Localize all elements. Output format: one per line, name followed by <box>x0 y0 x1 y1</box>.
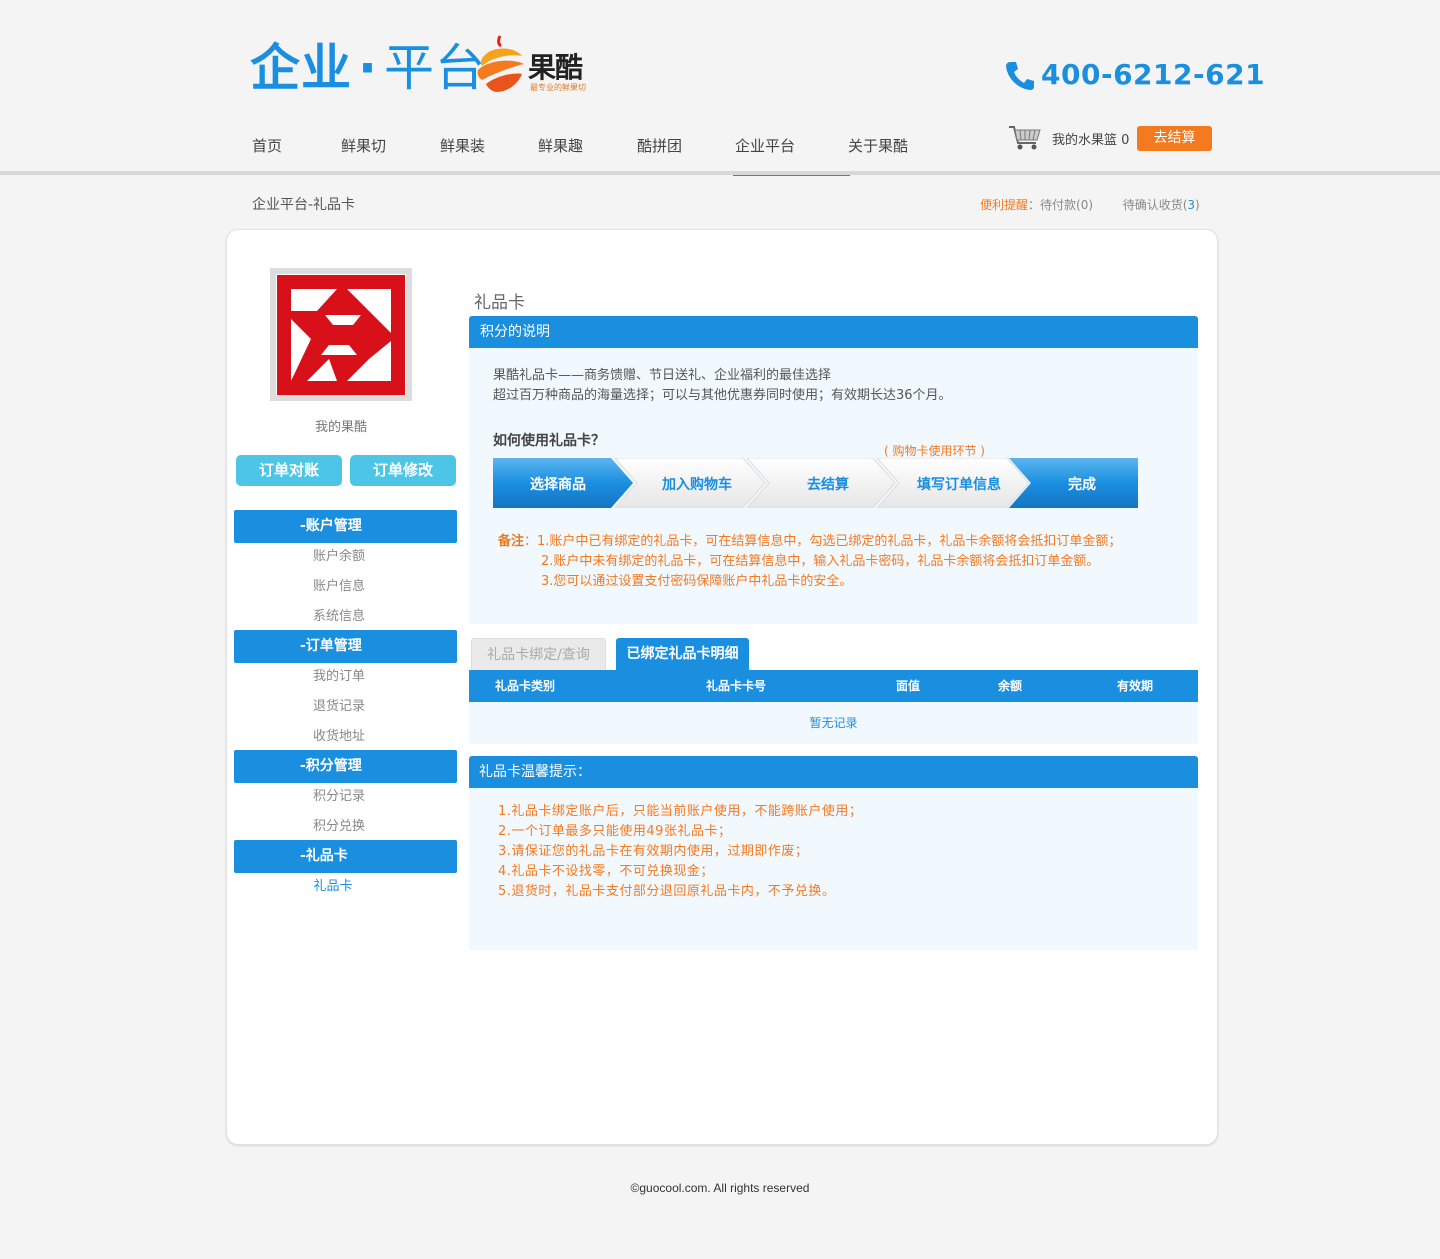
pending-receipt-link[interactable]: 待确认收货(3) <box>1123 198 1200 212</box>
col-card-type: 礼品卡类别 <box>495 679 556 693</box>
menu-item-giftcard[interactable]: 礼品卡 <box>234 877 432 897</box>
order-modify-button[interactable]: 订单修改 <box>350 455 456 486</box>
col-face-value: 面值 <box>896 679 921 693</box>
step-4-label: 填写订单信息 <box>917 476 1001 493</box>
checkout-button[interactable]: 去结算 <box>1137 126 1212 151</box>
list-item: 4.礼品卡不设找零，不可兑换现金； <box>498 864 714 879</box>
tips-list: 1.礼品卡绑定账户后，只能当前账户使用，不能跨账户使用； 2.一个订单最多只能使… <box>498 802 862 902</box>
nav-group-buy[interactable]: 酷拼团 <box>637 132 735 174</box>
footer-copyright: ©guocool.com. All rights reserved <box>630 1181 810 1195</box>
menu-item-returns[interactable]: 退货记录 <box>234 697 444 717</box>
menu-head-points[interactable]: -积分管理 <box>234 750 457 783</box>
list-item: 1.礼品卡绑定账户后，只能当前账户使用，不能跨账户使用； <box>498 804 863 819</box>
step-2-label: 加入购物车 <box>661 476 732 493</box>
list-item: 5.退货时，礼品卡支付部分退回原礼品卡内，不予兑换。 <box>498 884 836 899</box>
tips-header: 礼品卡温馨提示： <box>469 756 1198 788</box>
breadcrumb: 企业平台-礼品卡 <box>252 197 356 213</box>
howto-heading: 如何使用礼品卡？ <box>493 433 605 449</box>
order-reconcile-button[interactable]: 订单对账 <box>236 455 342 486</box>
tab-bind-query[interactable]: 礼品卡绑定/查询 <box>471 638 606 670</box>
usage-steps: 选择商品 加入购物车 去结算 填写订单信息 完成 <box>493 458 1138 508</box>
cart-count: 0 <box>1121 132 1130 148</box>
empty-record: 暂无记录 <box>469 702 1198 744</box>
phone-number: 400-6212-621 <box>1041 58 1266 91</box>
menu-head-giftcard[interactable]: -礼品卡 <box>234 840 457 873</box>
menu-item-my-orders[interactable]: 我的订单 <box>234 667 444 687</box>
phone-icon <box>1006 61 1034 90</box>
step-1-label: 选择商品 <box>530 476 586 493</box>
company-logo-icon <box>277 274 405 395</box>
main-nav: 首页 鲜果切 鲜果装 鲜果趣 酷拼团 企业平台 关于果酷 <box>252 132 918 176</box>
step-note: ( 购物卡使用环节 ) <box>884 444 985 458</box>
list-item: 2.一个订单最多只能使用49张礼品卡； <box>498 824 732 839</box>
nav-enterprise[interactable]: 企业平台 <box>733 132 850 176</box>
page-title: 礼品卡 <box>474 293 525 313</box>
tab-bound-details[interactable]: 已绑定礼品卡明细 <box>616 638 749 670</box>
brand-orange-icon <box>477 35 524 92</box>
explain-header: 积分的说明 <box>469 316 1198 348</box>
menu-head-orders[interactable]: -订单管理 <box>234 630 457 663</box>
list-item: 3.请保证您的礼品卡在有效期内使用，过期即作废； <box>498 844 809 859</box>
cart-label: 我的水果篮 0 <box>1052 132 1130 148</box>
logo-text: 企业 · 平台 <box>250 39 486 97</box>
menu-item-account-info[interactable]: 账户信息 <box>234 577 444 597</box>
nav-home[interactable]: 首页 <box>252 132 341 174</box>
cart-icon <box>1009 126 1041 150</box>
enterprise-logo[interactable]: 企业 · 平台 <box>250 38 486 98</box>
menu-item-system-info[interactable]: 系统信息 <box>234 607 444 627</box>
username-link[interactable]: 我的果酷 <box>270 416 412 435</box>
menu-item-points-exchange[interactable]: 积分兑换 <box>234 817 444 837</box>
menu-item-address[interactable]: 收货地址 <box>234 727 444 747</box>
hotline: 400-6212-621 <box>1005 58 1265 91</box>
menu-head-account[interactable]: -账户管理 <box>234 510 457 543</box>
fruit-basket[interactable]: 我的水果篮 0 <box>1008 125 1129 151</box>
brand-slogan: 最专业的鲜果切 <box>530 83 586 92</box>
menu-item-points-record[interactable]: 积分记录 <box>234 787 444 807</box>
nav-about[interactable]: 关于果酷 <box>848 132 918 174</box>
avatar[interactable] <box>270 268 412 401</box>
intro-text: 果酷礼品卡——商务馈赠、节日送礼、企业福利的最佳选择 超过百万种商品的海量选择；… <box>493 368 952 403</box>
step-3-label: 去结算 <box>807 476 849 493</box>
nav-fresh-fun[interactable]: 鲜果趣 <box>538 132 637 174</box>
col-card-number: 礼品卡卡号 <box>706 679 767 693</box>
pending-payment-link[interactable]: 待付款(0) <box>1040 198 1093 212</box>
brand-name: 果酷 <box>528 51 583 84</box>
menu-item-account-balance[interactable]: 账户余额 <box>234 547 444 567</box>
order-reminder: 便利提醒：待付款(0) 待确认收货(3) <box>980 198 1200 212</box>
step-5-label: 完成 <box>1068 476 1096 493</box>
remark-block: 备注：1.账户中已有绑定的礼品卡，可在结算信息中，勾选已绑定的礼品卡，礼品卡余额… <box>498 534 1122 589</box>
col-expiry: 有效期 <box>1117 679 1154 693</box>
col-balance: 余额 <box>998 679 1023 693</box>
nav-fresh-pack[interactable]: 鲜果装 <box>440 132 538 174</box>
guocool-brand-logo[interactable]: 果酷 最专业的鲜果切 <box>474 34 604 96</box>
nav-divider <box>0 171 1440 175</box>
table-header: 礼品卡类别 礼品卡卡号 面值 余额 有效期 <box>469 670 1198 702</box>
nav-fresh-cut[interactable]: 鲜果切 <box>341 132 440 174</box>
